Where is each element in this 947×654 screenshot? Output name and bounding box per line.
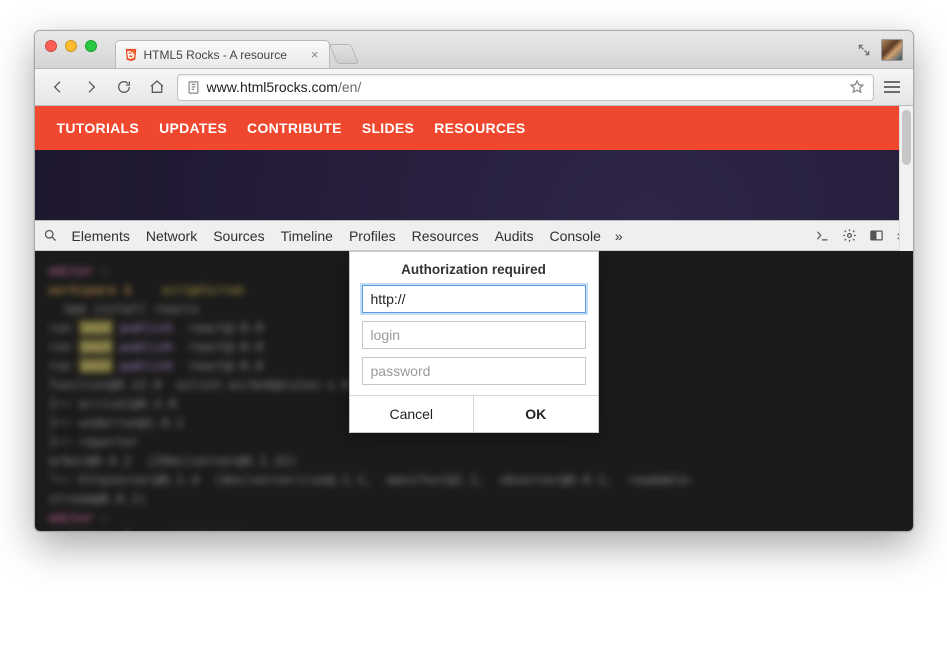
auth-ok-button[interactable]: OK [473, 396, 598, 432]
devtools-tabs: Elements Network Sources Timeline Profil… [72, 228, 601, 244]
url-text: www.html5rocks.com/en/ [207, 79, 843, 95]
devtools-search-icon[interactable] [43, 228, 58, 243]
window-minimize-button[interactable] [65, 40, 77, 52]
nav-resources[interactable]: RESOURCES [434, 120, 525, 136]
window-close-button[interactable] [45, 40, 57, 52]
devtools-tab-sources[interactable]: Sources [213, 228, 264, 244]
nav-contribute[interactable]: CONTRIBUTE [247, 120, 342, 136]
reload-button[interactable] [111, 75, 137, 99]
nav-slides[interactable]: SLIDES [362, 120, 414, 136]
window-zoom-button[interactable] [85, 40, 97, 52]
devtools-settings-icon[interactable] [842, 228, 857, 243]
devtools-tab-timeline[interactable]: Timeline [281, 228, 333, 244]
scrollbar-thumb[interactable] [902, 110, 911, 165]
auth-login-input[interactable] [362, 321, 586, 349]
auth-url-input[interactable] [362, 285, 586, 313]
browser-toolbar: www.html5rocks.com/en/ [35, 69, 913, 106]
tab-close-icon[interactable]: × [309, 47, 321, 62]
nav-updates[interactable]: UPDATES [159, 120, 227, 136]
traffic-lights [45, 40, 97, 52]
devtools-console[interactable]: editor — workspace $ scripts/run npm ins… [35, 251, 913, 531]
devtools-tab-network[interactable]: Network [146, 228, 197, 244]
home-button[interactable] [144, 75, 170, 99]
html5-favicon-icon [124, 48, 138, 62]
site-info-icon[interactable] [186, 80, 201, 95]
url-path: /en/ [338, 79, 361, 95]
nav-tutorials[interactable]: TUTORIALS [57, 120, 140, 136]
devtools-dock-icon[interactable] [869, 228, 884, 243]
devtools-tab-console[interactable]: Console [550, 228, 601, 244]
auth-dialog-title: Authorization required [350, 252, 598, 285]
devtools-panel: Elements Network Sources Timeline Profil… [35, 220, 913, 531]
browser-tab[interactable]: HTML5 Rocks - A resource × [115, 40, 330, 68]
auth-password-input[interactable] [362, 357, 586, 385]
devtools-tab-elements[interactable]: Elements [72, 228, 130, 244]
chrome-menu-icon[interactable] [881, 77, 903, 97]
site-nav: TUTORIALS UPDATES CONTRIBUTE SLIDES RESO… [35, 106, 913, 150]
page-hero [35, 150, 913, 220]
bookmark-star-icon[interactable] [849, 79, 865, 95]
devtools-toolbar: Elements Network Sources Timeline Profil… [35, 221, 913, 251]
devtools-overflow-icon[interactable]: » [615, 228, 623, 244]
auth-cancel-button[interactable]: Cancel [350, 396, 474, 432]
fullscreen-icon[interactable] [857, 43, 871, 57]
window-titlebar: HTML5 Rocks - A resource × [35, 31, 913, 69]
browser-window: HTML5 Rocks - A resource × [34, 30, 914, 532]
devtools-tab-audits[interactable]: Audits [495, 228, 534, 244]
page-viewport: TUTORIALS UPDATES CONTRIBUTE SLIDES RESO… [35, 106, 913, 531]
new-tab-button[interactable] [328, 44, 358, 64]
forward-button[interactable] [78, 75, 104, 99]
back-button[interactable] [45, 75, 71, 99]
profile-avatar[interactable] [881, 39, 903, 61]
devtools-tab-resources[interactable]: Resources [412, 228, 479, 244]
devtools-drawer-icon[interactable] [815, 228, 830, 243]
auth-dialog: Authorization required Cancel OK [349, 251, 599, 433]
address-bar[interactable]: www.html5rocks.com/en/ [177, 74, 874, 101]
tab-title: HTML5 Rocks - A resource [144, 48, 303, 62]
devtools-tab-profiles[interactable]: Profiles [349, 228, 396, 244]
url-host: www.html5rocks.com [207, 79, 338, 95]
